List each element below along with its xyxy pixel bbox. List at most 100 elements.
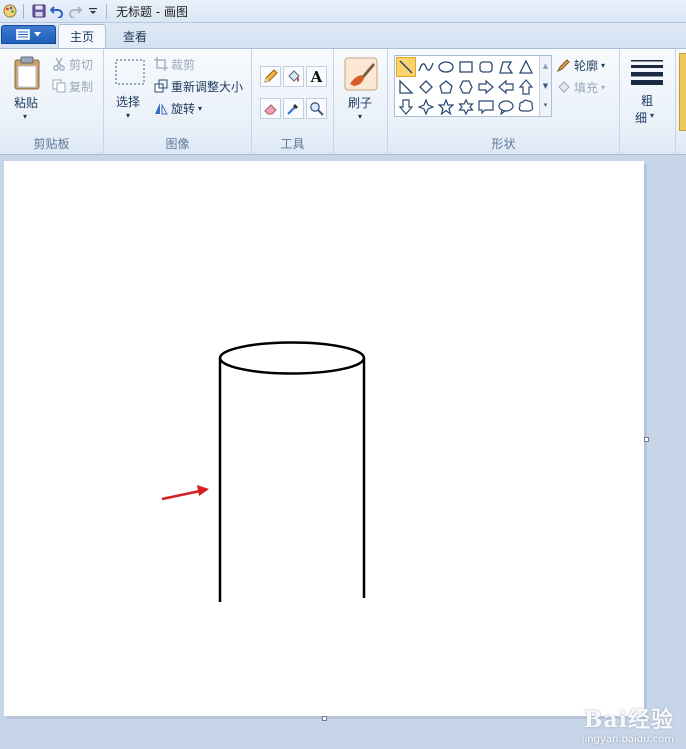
canvas-workspace: Bai经验 jingyan.baidu.com bbox=[0, 156, 686, 749]
magnifier-tool[interactable] bbox=[306, 98, 327, 119]
diamond-shape[interactable] bbox=[416, 77, 436, 97]
shapes-gallery: ▲ ▼ ▾ bbox=[394, 55, 552, 117]
customize-toolbar-icon[interactable] bbox=[85, 3, 101, 19]
rectangular-callout-shape[interactable] bbox=[476, 97, 496, 117]
image-group: 选择 ▾ 裁剪 重新调整大小 旋转 ▾ 图像 bbox=[104, 49, 252, 155]
chevron-down-icon: ▾ bbox=[198, 103, 203, 113]
shapes-group-label: 形状 bbox=[491, 137, 516, 151]
five-point-star-shape[interactable] bbox=[436, 97, 456, 117]
paint-menu-button[interactable] bbox=[1, 25, 56, 44]
right-arrow-shape[interactable] bbox=[476, 77, 496, 97]
fill-label: 填充 bbox=[574, 80, 599, 95]
rotate-icon bbox=[155, 103, 168, 115]
chevron-down-icon: ▾ bbox=[601, 60, 606, 70]
cut-label: 剪切 bbox=[69, 57, 94, 72]
fill-bucket-icon bbox=[288, 70, 300, 82]
line-icon bbox=[399, 60, 413, 74]
fill-icon bbox=[558, 80, 570, 93]
image-group-label: 图像 bbox=[165, 137, 190, 151]
watermark: Bai经验 jingyan.baidu.com bbox=[582, 702, 674, 745]
tab-view[interactable]: 查看 bbox=[112, 24, 158, 48]
clipboard-group: 粘贴 ▾ 剪切 复制 剪贴板 bbox=[0, 49, 104, 155]
save-icon[interactable] bbox=[31, 3, 47, 19]
pentagon-shape[interactable] bbox=[436, 77, 456, 97]
right-triangle-shape[interactable] bbox=[396, 77, 416, 97]
redo-icon[interactable] bbox=[67, 3, 83, 19]
down-arrow-shape[interactable] bbox=[396, 97, 416, 117]
up-arrow-shape[interactable] bbox=[516, 77, 536, 97]
eraser-tool[interactable] bbox=[260, 98, 281, 119]
four-point-star-icon bbox=[418, 99, 434, 115]
paint-app-icon[interactable] bbox=[2, 3, 18, 19]
divider bbox=[106, 3, 107, 19]
magnifier-icon bbox=[310, 102, 324, 116]
text-tool[interactable]: A bbox=[306, 66, 327, 87]
rounded-rectangle-icon bbox=[479, 61, 493, 73]
four-point-star-shape[interactable] bbox=[416, 97, 436, 117]
tab-home[interactable]: 主页 bbox=[58, 24, 107, 48]
pencil-tool[interactable] bbox=[260, 66, 281, 87]
canvas-resize-handle-right[interactable] bbox=[644, 437, 649, 442]
rotate-label: 旋转 bbox=[171, 101, 196, 116]
chevron-down-icon: ▾ bbox=[358, 112, 363, 121]
oval-callout-shape[interactable] bbox=[496, 97, 516, 117]
hexagon-icon bbox=[459, 80, 473, 94]
eraser-icon bbox=[264, 104, 277, 115]
curve-shape[interactable] bbox=[416, 57, 436, 77]
canvas-resize-handle-bottom[interactable] bbox=[322, 716, 327, 721]
gallery-expand-icon[interactable]: ▾ bbox=[540, 96, 551, 114]
watermark-logo: Bai经验 bbox=[583, 707, 674, 733]
paste-icon bbox=[14, 56, 40, 90]
cut-button[interactable]: 剪切 bbox=[52, 55, 100, 73]
copy-button[interactable]: 复制 bbox=[52, 77, 100, 95]
cloud-callout-icon bbox=[518, 99, 534, 112]
triangle-icon bbox=[518, 59, 534, 74]
drawing-canvas[interactable] bbox=[4, 161, 644, 716]
hexagon-shape[interactable] bbox=[456, 77, 476, 97]
crop-button[interactable]: 裁剪 bbox=[154, 55, 195, 73]
outline-label: 轮廓 bbox=[574, 58, 599, 73]
oval-shape[interactable] bbox=[436, 57, 456, 77]
rotate-button[interactable]: 旋转 ▾ bbox=[154, 99, 202, 117]
resize-icon bbox=[154, 79, 168, 93]
up-arrow-icon bbox=[518, 79, 534, 95]
resize-button[interactable]: 重新调整大小 bbox=[154, 77, 243, 95]
size-group: 粗 细 ▾ bbox=[620, 49, 676, 155]
copy-icon bbox=[52, 79, 66, 93]
brushes-group: 刷子 ▾ bbox=[334, 49, 388, 155]
undo-icon[interactable] bbox=[49, 3, 65, 19]
polygon-shape[interactable] bbox=[496, 57, 516, 77]
color-picker-tool[interactable] bbox=[283, 98, 304, 119]
outline-button[interactable]: 轮廓 ▾ bbox=[556, 56, 605, 74]
scroll-up-icon[interactable]: ▲ bbox=[540, 56, 551, 76]
oval-icon bbox=[438, 61, 454, 73]
rounded-rectangle-shape[interactable] bbox=[476, 57, 496, 77]
shapes-gallery-scrollbar[interactable]: ▲ ▼ ▾ bbox=[539, 56, 551, 116]
red-arrow-head bbox=[197, 485, 209, 496]
cylinder-top-ellipse bbox=[218, 341, 366, 375]
chevron-down-icon: ▾ bbox=[23, 112, 28, 121]
crop-label: 裁剪 bbox=[171, 57, 196, 72]
chevron-down-icon: ▾ bbox=[126, 111, 131, 120]
five-point-star-icon bbox=[438, 99, 454, 115]
chevron-down-icon: ▾ bbox=[650, 111, 655, 120]
diamond-icon bbox=[419, 80, 433, 94]
select-button[interactable]: 选择 ▾ bbox=[110, 55, 148, 127]
cloud-callout-shape[interactable] bbox=[516, 97, 536, 117]
paste-button[interactable]: 粘贴 ▾ bbox=[6, 53, 46, 125]
polygon-icon bbox=[499, 61, 514, 74]
scroll-down-icon[interactable]: ▼ bbox=[540, 76, 551, 96]
rectangle-shape[interactable] bbox=[456, 57, 476, 77]
brush-button[interactable]: 刷子 ▾ bbox=[342, 55, 380, 127]
triangle-shape[interactable] bbox=[516, 57, 536, 77]
line-thickness-icon bbox=[631, 60, 663, 85]
six-point-star-shape[interactable] bbox=[456, 97, 476, 117]
left-arrow-shape[interactable] bbox=[496, 77, 516, 97]
fill-button[interactable]: 填充 ▾ bbox=[556, 78, 605, 96]
color-group-edge bbox=[679, 53, 686, 131]
fill-tool[interactable] bbox=[283, 66, 304, 87]
size-button[interactable]: 粗 细 ▾ bbox=[628, 55, 668, 129]
line-shape[interactable] bbox=[396, 57, 416, 77]
down-arrow-icon bbox=[398, 99, 414, 115]
paste-label: 粘贴 bbox=[14, 96, 39, 110]
